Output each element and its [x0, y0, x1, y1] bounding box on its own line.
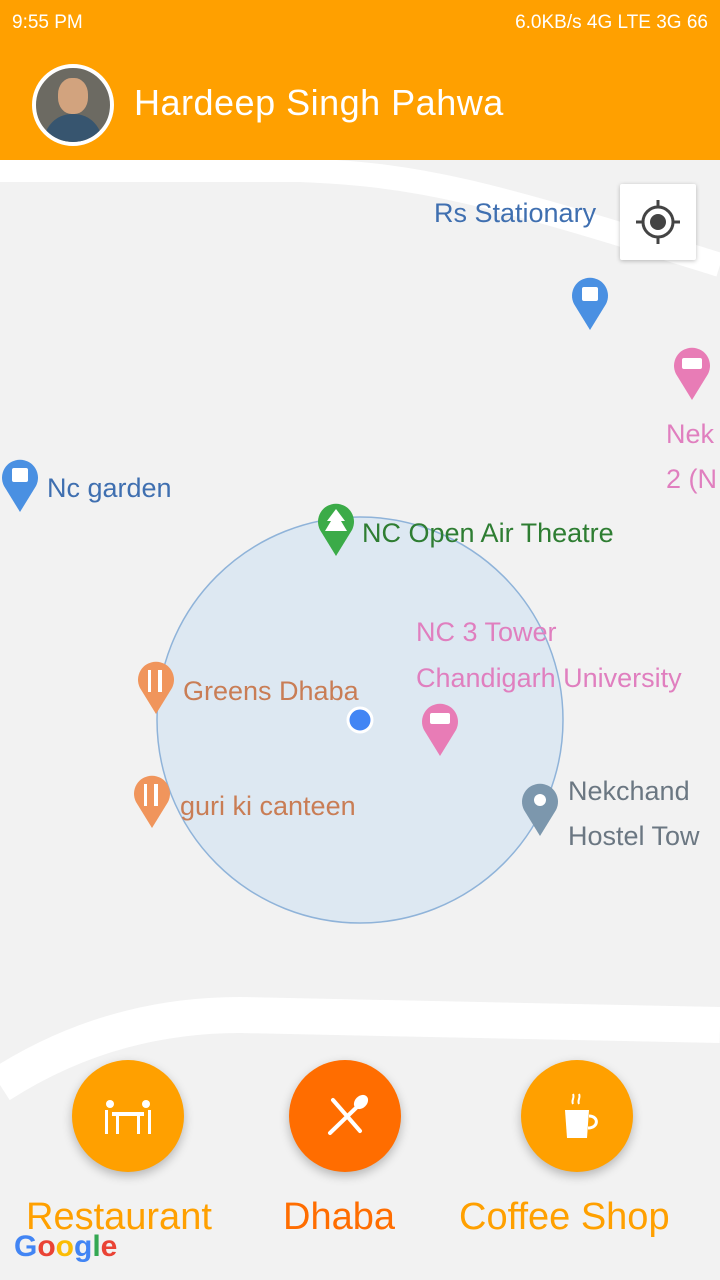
- status-indicators: 6.0KB/s 4G LTE 3G 66: [515, 12, 708, 33]
- place-label[interactable]: NC 3 Tower: [416, 619, 557, 646]
- dining-table-icon: [105, 1100, 151, 1134]
- place-label[interactable]: Greens Dhaba: [183, 678, 359, 705]
- user-name-title: Hardeep Singh Pahwa: [134, 82, 504, 123]
- place-label[interactable]: NC Open Air Theatre: [362, 520, 614, 547]
- place-label[interactable]: Rs Stationary: [434, 200, 596, 227]
- status-bar: 9:55 PM 6.0KB/s 4G LTE 3G 66: [0, 0, 720, 48]
- my-location-dot: [346, 706, 374, 734]
- fork-spoon-icon: [328, 1094, 369, 1135]
- google-logo: Google: [14, 1230, 118, 1263]
- coffee-cup-icon: [565, 1093, 598, 1138]
- place-label[interactable]: Nekchand: [568, 778, 690, 805]
- place-label[interactable]: 2 (N: [666, 466, 717, 493]
- place-label[interactable]: Chandigarh University: [416, 665, 682, 692]
- coffee-shop-label[interactable]: Coffee Shop: [459, 1198, 670, 1236]
- my-location-button[interactable]: [620, 184, 696, 260]
- place-label[interactable]: guri ki canteen: [180, 793, 356, 820]
- app-bar: Hardeep Singh Pahwa: [0, 48, 720, 160]
- dhaba-button[interactable]: [289, 1060, 401, 1172]
- place-label[interactable]: Nc garden: [47, 475, 172, 502]
- avatar[interactable]: [32, 64, 114, 146]
- coffee-shop-button[interactable]: [521, 1060, 633, 1172]
- crosshair-icon: [636, 200, 680, 244]
- restaurant-button[interactable]: [72, 1060, 184, 1172]
- place-label[interactable]: Hostel Tow: [568, 823, 700, 850]
- status-time: 9:55 PM: [12, 12, 83, 33]
- dhaba-label[interactable]: Dhaba: [283, 1198, 395, 1236]
- place-label[interactable]: Nek: [666, 421, 714, 448]
